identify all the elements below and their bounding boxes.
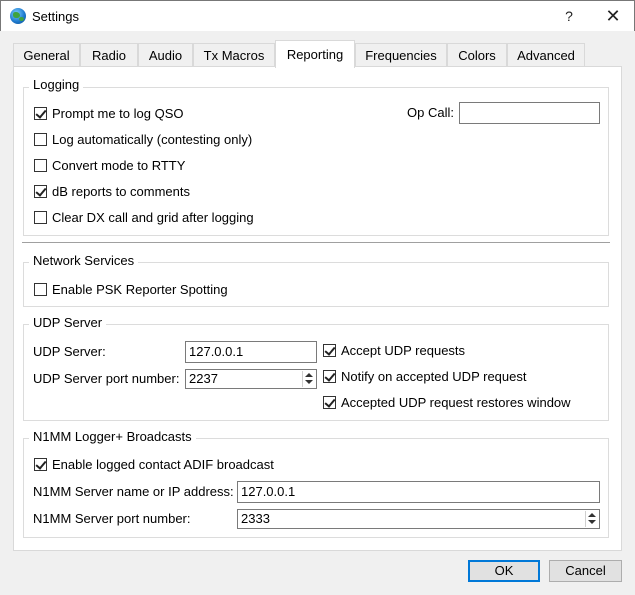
udp-port-value: 2237	[189, 371, 218, 386]
tab-colors[interactable]: Colors	[447, 43, 507, 67]
tab-tx-macros[interactable]: Tx Macros	[193, 43, 275, 67]
separator	[22, 242, 610, 244]
n1mm-port-spinbox[interactable]: 2333	[237, 509, 600, 529]
restores-window-checkbox[interactable]: Accepted UDP request restores window	[323, 394, 571, 412]
convert-mode-checkbox[interactable]: Convert mode to RTTY	[34, 157, 185, 175]
op-call-label: Op Call:	[407, 105, 454, 120]
tab-frequencies[interactable]: Frequencies	[355, 43, 447, 67]
checkbox-checked[interactable]	[34, 185, 47, 198]
checkbox-label: Enable PSK Reporter Spotting	[52, 282, 228, 297]
checkbox-label: Enable logged contact ADIF broadcast	[52, 457, 274, 472]
prompt-log-qso-checkbox[interactable]: Prompt me to log QSO	[34, 105, 184, 123]
title-bar: Settings ? ✕	[0, 0, 635, 31]
network-services-title: Network Services	[29, 253, 139, 268]
checkbox-unchecked[interactable]	[34, 159, 47, 172]
tab-general[interactable]: General	[13, 43, 80, 67]
cancel-button[interactable]: Cancel	[549, 560, 622, 582]
tab-reporting[interactable]: Reporting	[275, 40, 355, 68]
udp-server-title: UDP Server	[29, 315, 107, 330]
n1mm-port-label: N1MM Server port number:	[33, 511, 191, 526]
checkbox-label: Accepted UDP request restores window	[341, 395, 571, 410]
spin-arrows-icon[interactable]	[585, 511, 598, 527]
spin-arrows-icon[interactable]	[302, 371, 315, 387]
checkbox-label: Convert mode to RTTY	[52, 158, 186, 173]
log-automatically-checkbox[interactable]: Log automatically (contesting only)	[34, 131, 252, 149]
checkbox-unchecked[interactable]	[34, 133, 47, 146]
n1mm-port-value: 2333	[241, 511, 270, 526]
clear-dx-checkbox[interactable]: Clear DX call and grid after logging	[34, 209, 254, 227]
checkbox-checked[interactable]	[34, 458, 47, 471]
udp-server-label: UDP Server:	[33, 344, 106, 359]
udp-port-label: UDP Server port number:	[33, 371, 180, 386]
checkbox-checked[interactable]	[323, 344, 336, 357]
accept-udp-checkbox[interactable]: Accept UDP requests	[323, 342, 465, 360]
logging-group-title: Logging	[29, 77, 84, 92]
checkbox-label: Log automatically (contesting only)	[52, 132, 253, 147]
checkbox-checked[interactable]	[323, 370, 336, 383]
udp-server-input[interactable]: 127.0.0.1	[185, 341, 317, 363]
n1mm-server-label: N1MM Server name or IP address:	[33, 484, 234, 499]
help-button[interactable]: ?	[549, 1, 589, 31]
close-button[interactable]: ✕	[591, 1, 635, 31]
tab-advanced[interactable]: Advanced	[507, 43, 585, 67]
checkbox-unchecked[interactable]	[34, 211, 47, 224]
udp-port-spinbox[interactable]: 2237	[185, 369, 317, 389]
db-reports-checkbox[interactable]: dB reports to comments	[34, 183, 190, 201]
checkbox-label: dB reports to comments	[52, 184, 190, 199]
psk-reporter-checkbox[interactable]: Enable PSK Reporter Spotting	[34, 281, 228, 299]
checkbox-label: Clear DX call and grid after logging	[52, 210, 254, 225]
globe-icon	[10, 8, 26, 24]
n1mm-title: N1MM Logger+ Broadcasts	[29, 429, 196, 444]
checkbox-checked[interactable]	[323, 396, 336, 409]
ok-button[interactable]: OK	[468, 560, 540, 582]
tab-audio[interactable]: Audio	[138, 43, 193, 67]
checkbox-unchecked[interactable]	[34, 283, 47, 296]
checkbox-label: Accept UDP requests	[341, 343, 466, 358]
checkbox-label: Prompt me to log QSO	[52, 106, 184, 121]
notify-udp-checkbox[interactable]: Notify on accepted UDP request	[323, 368, 526, 386]
adif-broadcast-checkbox[interactable]: Enable logged contact ADIF broadcast	[34, 456, 274, 474]
op-call-input[interactable]	[459, 102, 600, 124]
tab-radio[interactable]: Radio	[80, 43, 138, 67]
checkbox-label: Notify on accepted UDP request	[341, 369, 527, 384]
checkbox-checked[interactable]	[34, 107, 47, 120]
window-title: Settings	[32, 9, 79, 24]
n1mm-server-input[interactable]: 127.0.0.1	[237, 481, 600, 503]
